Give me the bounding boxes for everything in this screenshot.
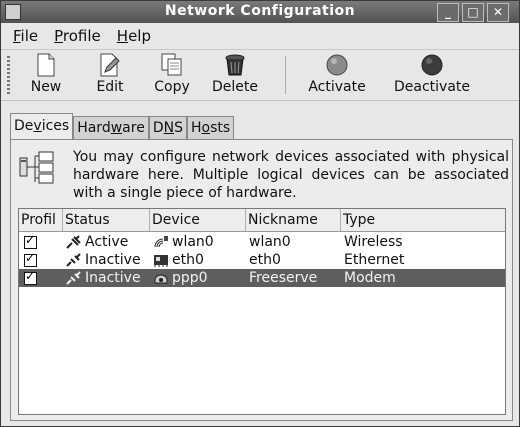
tab-devices[interactable]: Devices — [10, 113, 74, 142]
copy-icon — [161, 53, 182, 76]
devices-table: Profil Status Device Nickname Type Activ… — [18, 208, 506, 415]
plug-connected-icon — [66, 235, 81, 249]
column-header-nickname[interactable]: Nickname — [246, 209, 341, 231]
menu-profile-mnemonic: P — [54, 27, 63, 45]
copy-label: Copy — [154, 79, 190, 95]
toolbar-grip[interactable] — [7, 56, 10, 94]
title-bar[interactable]: Network Configuration _ □ ✕ — [1, 1, 519, 23]
menu-help-mnemonic: H — [116, 27, 129, 45]
status-text: Active — [85, 234, 129, 250]
toolbar-separator — [285, 56, 286, 94]
menu-file[interactable]: File — [13, 27, 38, 45]
menu-help-label: elp — [128, 27, 151, 45]
devices-panel: You may configure network devices associ… — [10, 139, 513, 421]
column-header-profile[interactable]: Profil — [19, 209, 63, 231]
nickname-text: wlan0 — [249, 234, 291, 250]
column-header-type[interactable]: Type — [341, 209, 505, 231]
deactivate-icon — [421, 54, 443, 76]
plug-disconnected-icon — [66, 253, 81, 267]
new-button[interactable]: New — [25, 52, 67, 95]
tab-hosts[interactable]: Hosts — [186, 116, 235, 140]
activate-button[interactable]: Activate — [301, 52, 373, 95]
menu-help[interactable]: Help — [117, 27, 151, 45]
activate-icon — [326, 54, 348, 76]
maximize-button[interactable]: □ — [462, 3, 484, 22]
close-button[interactable]: ✕ — [487, 3, 509, 22]
network-configuration-window: Network Configuration _ □ ✕ File Profile… — [0, 0, 520, 427]
column-header-status[interactable]: Status — [63, 209, 150, 231]
type-text: Ethernet — [344, 252, 405, 268]
tab-bar: Devices Hardware DNS Hosts — [10, 113, 235, 142]
status-text: Inactive — [85, 270, 141, 286]
menu-bar: File Profile Help — [1, 23, 519, 50]
profile-checkbox[interactable] — [24, 270, 37, 285]
delete-label: Delete — [212, 79, 258, 95]
tab-dns[interactable]: DNS — [148, 116, 187, 140]
device-text: wlan0 — [172, 234, 214, 250]
minimize-button[interactable]: _ — [437, 3, 459, 22]
modem-icon — [154, 274, 168, 284]
menu-file-mnemonic: F — [13, 27, 21, 45]
nickname-text: Freeserve — [249, 270, 318, 286]
tab-hardware[interactable]: Hardware — [73, 116, 149, 140]
table-row[interactable]: Active wlan0 wlan0 Wireless — [19, 233, 505, 251]
column-header-device[interactable]: Device — [150, 209, 246, 231]
activate-label: Activate — [308, 79, 366, 95]
menu-file-label: ile — [20, 27, 39, 45]
copy-button[interactable]: Copy — [149, 52, 195, 95]
device-text: ppp0 — [172, 270, 208, 286]
type-text: Modem — [344, 270, 396, 286]
devices-description: You may configure network devices associ… — [73, 149, 509, 201]
device-text: eth0 — [172, 252, 204, 268]
table-row-selected[interactable]: Inactive ppp0 Freeserve Modem — [19, 269, 505, 287]
edit-button[interactable]: Edit — [89, 52, 131, 95]
toolbar: New Edit Copy Delete Activate Deactivate — [1, 50, 519, 101]
menu-profile[interactable]: Profile — [54, 27, 101, 45]
new-document-icon — [37, 53, 55, 77]
new-label: New — [30, 79, 62, 95]
type-text: Wireless — [344, 234, 403, 250]
deactivate-button[interactable]: Deactivate — [387, 52, 477, 95]
status-text: Inactive — [85, 252, 141, 268]
nickname-text: eth0 — [249, 252, 281, 268]
edit-icon — [100, 53, 120, 77]
ethernet-card-icon — [154, 255, 168, 267]
plug-disconnected-icon — [66, 271, 81, 285]
wireless-icon — [154, 236, 168, 248]
table-row[interactable]: Inactive eth0 eth0 Ethernet — [19, 251, 505, 269]
deactivate-label: Deactivate — [393, 79, 470, 95]
menu-profile-label: rofile — [62, 27, 101, 45]
delete-button[interactable]: Delete — [207, 52, 263, 95]
trash-icon — [225, 54, 245, 76]
profile-checkbox[interactable] — [24, 252, 37, 267]
table-header: Profil Status Device Nickname Type — [19, 209, 505, 232]
profile-checkbox[interactable] — [24, 234, 37, 249]
network-devices-icon — [19, 151, 54, 184]
edit-label: Edit — [96, 79, 124, 95]
